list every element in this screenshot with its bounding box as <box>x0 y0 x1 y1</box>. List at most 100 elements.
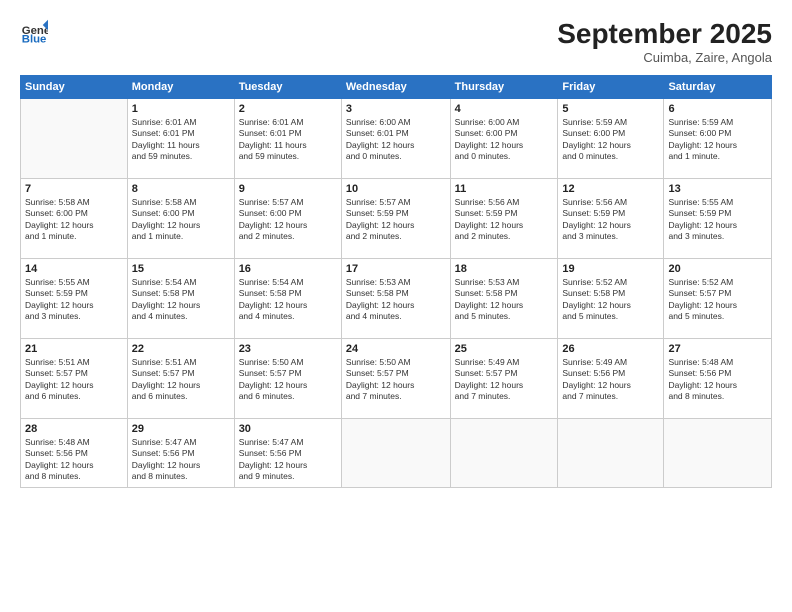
day-number: 3 <box>346 103 446 115</box>
day-number: 25 <box>455 343 554 355</box>
day-info: Sunrise: 5:47 AMSunset: 5:56 PMDaylight:… <box>239 437 337 483</box>
table-row: 18 Sunrise: 5:53 AMSunset: 5:58 PMDayligh… <box>450 259 558 339</box>
calendar-table: Sunday Monday Tuesday Wednesday Thursday… <box>20 75 772 488</box>
day-info: Sunrise: 5:47 AMSunset: 5:56 PMDaylight:… <box>132 437 230 483</box>
table-row: 25 Sunrise: 5:49 AMSunset: 5:57 PMDayligh… <box>450 339 558 419</box>
day-info: Sunrise: 5:48 AMSunset: 5:56 PMDaylight:… <box>668 357 767 403</box>
header-tuesday: Tuesday <box>234 76 341 99</box>
day-number: 10 <box>346 183 446 195</box>
day-info: Sunrise: 5:55 AMSunset: 5:59 PMDaylight:… <box>25 277 123 323</box>
table-row: 5 Sunrise: 5:59 AMSunset: 6:00 PMDaylight… <box>558 99 664 179</box>
day-number: 4 <box>455 103 554 115</box>
day-info: Sunrise: 6:01 AMSunset: 6:01 PMDaylight:… <box>132 117 230 163</box>
table-row: 30 Sunrise: 5:47 AMSunset: 5:56 PMDayligh… <box>234 419 341 488</box>
day-number: 14 <box>25 263 123 275</box>
header-sunday: Sunday <box>21 76 128 99</box>
day-number: 20 <box>668 263 767 275</box>
day-info: Sunrise: 6:00 AMSunset: 6:00 PMDaylight:… <box>455 117 554 163</box>
day-info: Sunrise: 5:51 AMSunset: 5:57 PMDaylight:… <box>25 357 123 403</box>
location: Cuimba, Zaire, Angola <box>557 50 772 65</box>
day-info: Sunrise: 5:51 AMSunset: 5:57 PMDaylight:… <box>132 357 230 403</box>
day-info: Sunrise: 5:52 AMSunset: 5:57 PMDaylight:… <box>668 277 767 323</box>
day-number: 8 <box>132 183 230 195</box>
day-info: Sunrise: 5:57 AMSunset: 5:59 PMDaylight:… <box>346 197 446 243</box>
day-number: 13 <box>668 183 767 195</box>
header-saturday: Saturday <box>664 76 772 99</box>
table-row: 15 Sunrise: 5:54 AMSunset: 5:58 PMDayligh… <box>127 259 234 339</box>
day-info: Sunrise: 5:50 AMSunset: 5:57 PMDaylight:… <box>239 357 337 403</box>
day-info: Sunrise: 5:58 AMSunset: 6:00 PMDaylight:… <box>25 197 123 243</box>
day-number: 9 <box>239 183 337 195</box>
logo: General Blue <box>20 18 48 46</box>
day-number: 1 <box>132 103 230 115</box>
table-row <box>664 419 772 488</box>
day-number: 21 <box>25 343 123 355</box>
table-row: 21 Sunrise: 5:51 AMSunset: 5:57 PMDayligh… <box>21 339 128 419</box>
day-info: Sunrise: 5:56 AMSunset: 5:59 PMDaylight:… <box>562 197 659 243</box>
day-number: 30 <box>239 423 337 435</box>
day-info: Sunrise: 5:49 AMSunset: 5:57 PMDaylight:… <box>455 357 554 403</box>
table-row: 2 Sunrise: 6:01 AMSunset: 6:01 PMDaylight… <box>234 99 341 179</box>
day-number: 17 <box>346 263 446 275</box>
table-row: 9Sunrise: 5:57 AMSunset: 6:00 PMDaylight… <box>234 179 341 259</box>
table-row: 26 Sunrise: 5:49 AMSunset: 5:56 PMDayligh… <box>558 339 664 419</box>
svg-text:Blue: Blue <box>22 34 47 46</box>
day-info: Sunrise: 5:54 AMSunset: 5:58 PMDaylight:… <box>239 277 337 323</box>
table-row: 1 Sunrise: 6:01 AMSunset: 6:01 PMDaylight… <box>127 99 234 179</box>
day-info: Sunrise: 5:56 AMSunset: 5:59 PMDaylight:… <box>455 197 554 243</box>
weekday-header-row: Sunday Monday Tuesday Wednesday Thursday… <box>21 76 772 99</box>
table-row: 12 Sunrise: 5:56 AMSunset: 5:59 PMDayligh… <box>558 179 664 259</box>
table-row: 14 Sunrise: 5:55 AMSunset: 5:59 PMDayligh… <box>21 259 128 339</box>
table-row: 28 Sunrise: 5:48 AMSunset: 5:56 PMDayligh… <box>21 419 128 488</box>
day-info: Sunrise: 6:00 AMSunset: 6:01 PMDaylight:… <box>346 117 446 163</box>
day-number: 15 <box>132 263 230 275</box>
day-number: 12 <box>562 183 659 195</box>
day-number: 7 <box>25 183 123 195</box>
day-info: Sunrise: 5:50 AMSunset: 5:57 PMDaylight:… <box>346 357 446 403</box>
day-info: Sunrise: 5:48 AMSunset: 5:56 PMDaylight:… <box>25 437 123 483</box>
day-info: Sunrise: 5:59 AMSunset: 6:00 PMDaylight:… <box>668 117 767 163</box>
table-row: 22 Sunrise: 5:51 AMSunset: 5:57 PMDayligh… <box>127 339 234 419</box>
month-title: September 2025 <box>557 18 772 50</box>
day-number: 28 <box>25 423 123 435</box>
day-number: 27 <box>668 343 767 355</box>
day-number: 16 <box>239 263 337 275</box>
day-info: Sunrise: 5:53 AMSunset: 5:58 PMDaylight:… <box>455 277 554 323</box>
day-number: 2 <box>239 103 337 115</box>
day-number: 18 <box>455 263 554 275</box>
header-wednesday: Wednesday <box>341 76 450 99</box>
table-row: 8 Sunrise: 5:58 AMSunset: 6:00 PMDaylight… <box>127 179 234 259</box>
table-row: 19Sunrise: 5:52 AMSunset: 5:58 PMDayligh… <box>558 259 664 339</box>
day-info: Sunrise: 5:59 AMSunset: 6:00 PMDaylight:… <box>562 117 659 163</box>
day-info: Sunrise: 6:01 AMSunset: 6:01 PMDaylight:… <box>239 117 337 163</box>
table-row: 11 Sunrise: 5:56 AMSunset: 5:59 PMDayligh… <box>450 179 558 259</box>
header-friday: Friday <box>558 76 664 99</box>
day-number: 11 <box>455 183 554 195</box>
day-info: Sunrise: 5:53 AMSunset: 5:58 PMDaylight:… <box>346 277 446 323</box>
table-row: 24Sunrise: 5:50 AMSunset: 5:57 PMDayligh… <box>341 339 450 419</box>
table-row <box>21 99 128 179</box>
day-info: Sunrise: 5:52 AMSunset: 5:58 PMDaylight:… <box>562 277 659 323</box>
day-number: 26 <box>562 343 659 355</box>
table-row: 7 Sunrise: 5:58 AMSunset: 6:00 PMDaylight… <box>21 179 128 259</box>
table-row: 29Sunrise: 5:47 AMSunset: 5:56 PMDayligh… <box>127 419 234 488</box>
table-row <box>341 419 450 488</box>
day-info: Sunrise: 5:55 AMSunset: 5:59 PMDaylight:… <box>668 197 767 243</box>
table-row: 27 Sunrise: 5:48 AMSunset: 5:56 PMDayligh… <box>664 339 772 419</box>
table-row: 4 Sunrise: 6:00 AMSunset: 6:00 PMDaylight… <box>450 99 558 179</box>
day-number: 5 <box>562 103 659 115</box>
day-info: Sunrise: 5:54 AMSunset: 5:58 PMDaylight:… <box>132 277 230 323</box>
table-row <box>450 419 558 488</box>
table-row: 23 Sunrise: 5:50 AMSunset: 5:57 PMDayligh… <box>234 339 341 419</box>
table-row: 6Sunrise: 5:59 AMSunset: 6:00 PMDaylight… <box>664 99 772 179</box>
header-thursday: Thursday <box>450 76 558 99</box>
day-info: Sunrise: 5:49 AMSunset: 5:56 PMDaylight:… <box>562 357 659 403</box>
table-row <box>558 419 664 488</box>
day-info: Sunrise: 5:58 AMSunset: 6:00 PMDaylight:… <box>132 197 230 243</box>
day-number: 23 <box>239 343 337 355</box>
table-row: 3 Sunrise: 6:00 AMSunset: 6:01 PMDaylight… <box>341 99 450 179</box>
logo-icon: General Blue <box>20 18 48 46</box>
table-row: 17 Sunrise: 5:53 AMSunset: 5:58 PMDayligh… <box>341 259 450 339</box>
page-header: General Blue September 2025 Cuimba, Zair… <box>20 18 772 65</box>
day-number: 22 <box>132 343 230 355</box>
